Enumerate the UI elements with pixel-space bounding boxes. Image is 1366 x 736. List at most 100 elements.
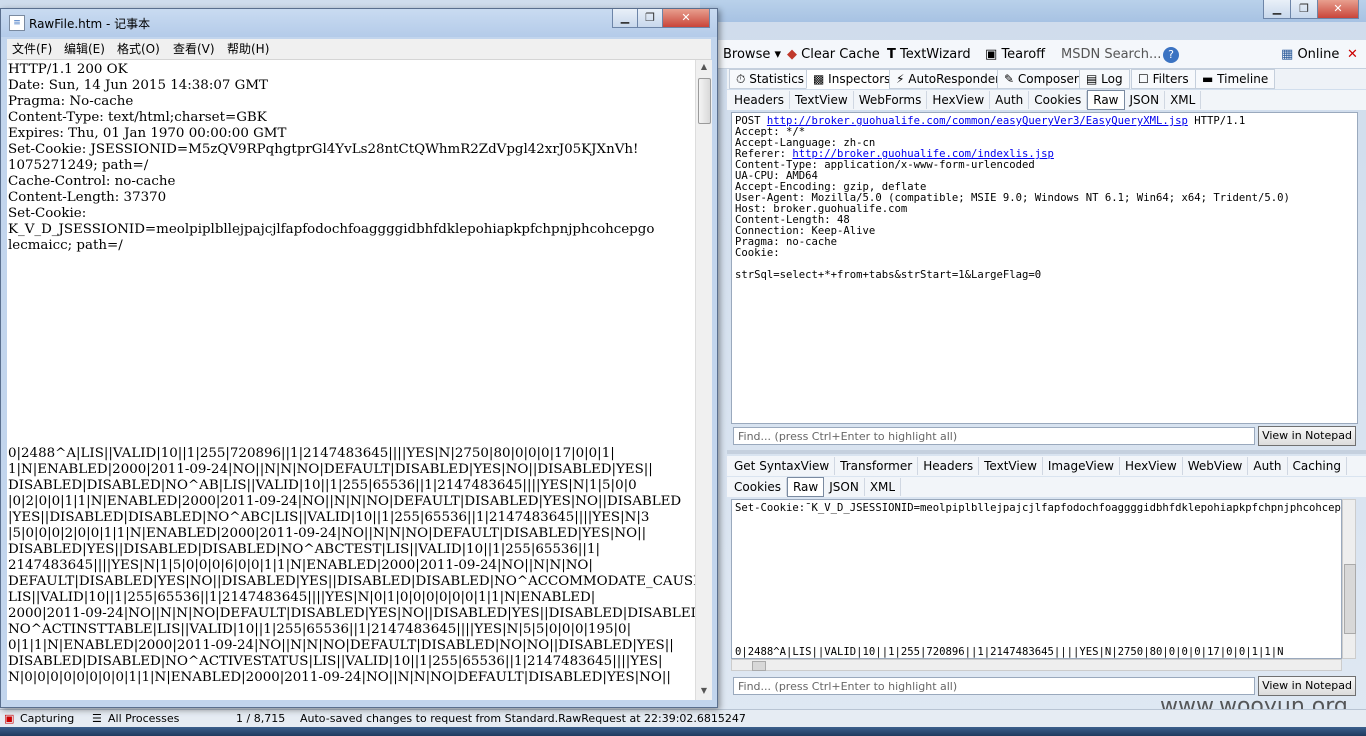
log-icon: ▤ xyxy=(1086,72,1098,86)
body-line: |0|2|0|0|1|1|N|ENABLED|2000|2011-09-24|N… xyxy=(8,494,682,509)
notepad-scroll-thumb[interactable] xyxy=(698,78,711,124)
response-headers-text: HTTP/1.1 200 OK Date: Sun, 14 Jun 2015 14… xyxy=(8,62,654,254)
body-line: N|0|0|0|0|0|0|0|0|1|1|N|ENABLED|2000|201… xyxy=(8,670,671,685)
menu-view[interactable]: 查看(V) xyxy=(173,41,215,57)
scroll-down-arrow-icon[interactable]: ▼ xyxy=(697,684,711,698)
request-raw-view[interactable]: POST http://broker.guohualife.com/common… xyxy=(731,112,1358,424)
filters-checkbox[interactable]: ☐ xyxy=(1138,72,1149,86)
notepad-maximize-button[interactable]: ❐ xyxy=(637,9,663,28)
tab-label: AutoResponder xyxy=(908,72,1001,86)
notepad-titlebar[interactable]: ≡ RawFile.htm - 记事本 ▁ ❐ ✕ xyxy=(1,9,717,37)
online-indicator[interactable]: ▦ Online xyxy=(1281,46,1339,64)
response-body-text: 0|2488^A|LIS||VALID|10||1|255|720896||1|… xyxy=(8,446,695,686)
tab-inspectors[interactable]: ▩ Inspectors xyxy=(806,69,898,89)
response-horizontal-scrollbar[interactable] xyxy=(731,659,1342,671)
request-url-link[interactable]: http://broker.guohualife.com/common/easy… xyxy=(767,115,1188,127)
status-message: Auto-saved changes to request from Stand… xyxy=(300,712,746,725)
menu-help[interactable]: 帮助(H) xyxy=(227,41,269,57)
response-view-in-notepad-button[interactable]: View in Notepad xyxy=(1258,676,1356,696)
resp-tab-hexview[interactable]: HexView xyxy=(1120,457,1183,475)
textwizard-button[interactable]: T TextWizard xyxy=(887,46,971,64)
resp-tab-webview[interactable]: WebView xyxy=(1183,457,1249,475)
resp-tab-auth[interactable]: Auth xyxy=(1248,457,1288,475)
browse-button[interactable]: Browse ▾ xyxy=(723,46,781,64)
header-line: Content-Type: text/html;charset=GBK xyxy=(8,110,267,125)
tearoff-button[interactable]: ▣ Tearoff xyxy=(985,46,1045,64)
notepad-text-area[interactable]: HTTP/1.1 200 OK Date: Sun, 14 Jun 2015 14… xyxy=(7,60,695,700)
menu-edit[interactable]: 编辑(E) xyxy=(64,41,105,57)
fiddler-toolbar: Browse ▾ ◆ Clear Cache T TextWizard ▣ Te… xyxy=(715,40,1366,69)
tab-label: Statistics xyxy=(749,72,805,86)
response-find-input[interactable]: Find... (press Ctrl+Enter to highlight a… xyxy=(733,677,1255,695)
tab-statistics[interactable]: ⏱ Statistics xyxy=(729,69,812,89)
help-icon[interactable]: ? xyxy=(1163,47,1179,63)
resp-tab-textview[interactable]: TextView xyxy=(979,457,1043,475)
resp-tab-caching[interactable]: Caching xyxy=(1288,457,1347,475)
taskbar xyxy=(0,727,1366,736)
resp-tab-json[interactable]: JSON xyxy=(824,478,865,496)
response-scroll-thumb[interactable] xyxy=(1344,564,1356,634)
tearoff-label: Tearoff xyxy=(1001,47,1046,62)
header-line: Content-Length: 37370 xyxy=(8,190,167,205)
request-tabs: Headers TextView WebForms HexView Auth C… xyxy=(727,90,1366,110)
body-line: DISABLED|DISABLED|NO^ACTIVESTATUS|LIS||V… xyxy=(8,654,663,669)
response-set-cookie-line: Set-Cookie:¯K_V_D_JSESSIONID=meolpiplbll… xyxy=(735,502,1341,514)
session-count: 1 / 8,715 xyxy=(236,712,286,725)
req-tab-textview[interactable]: TextView xyxy=(790,91,854,109)
resp-tab-headers[interactable]: Headers xyxy=(918,457,980,475)
tab-autoresponder[interactable]: ⚡ AutoResponder xyxy=(889,69,1008,89)
response-hscroll-thumb[interactable] xyxy=(752,661,766,671)
msdn-search-field[interactable]: MSDN Search... xyxy=(1061,46,1161,64)
textwizard-label: TextWizard xyxy=(900,47,971,62)
resp-tab-imageview[interactable]: ImageView xyxy=(1043,457,1120,475)
resp-tab-xml[interactable]: XML xyxy=(865,478,902,496)
network-icon: ▦ xyxy=(1281,47,1294,62)
resp-tab-syntaxview[interactable]: Get SyntaxView xyxy=(729,457,836,475)
req-tab-auth[interactable]: Auth xyxy=(990,91,1030,109)
fiddler-titlebar: ▁ ❐ ✕ xyxy=(700,0,1366,22)
tab-filters[interactable]: ☐ Filters xyxy=(1131,69,1196,89)
request-view-in-notepad-button[interactable]: View in Notepad xyxy=(1258,426,1356,446)
req-tab-hexview[interactable]: HexView xyxy=(927,91,991,109)
capturing-toggle[interactable]: Capturing xyxy=(20,710,74,728)
menu-file[interactable]: 文件(F) xyxy=(12,41,52,57)
tab-timeline[interactable]: ▬ Timeline xyxy=(1195,69,1276,89)
tab-log[interactable]: ▤ Log xyxy=(1079,69,1130,89)
req-tab-xml[interactable]: XML xyxy=(1165,91,1202,109)
resp-tab-raw[interactable]: Raw xyxy=(786,477,825,497)
resp-tab-cookies[interactable]: Cookies xyxy=(729,478,787,496)
scroll-up-arrow-icon[interactable]: ▲ xyxy=(697,60,711,74)
status-bar: ▣ Capturing ☰ All Processes 1 / 8,715 Au… xyxy=(0,709,1366,728)
tab-composer[interactable]: ✎ Composer xyxy=(997,69,1086,89)
req-tab-cookies[interactable]: Cookies xyxy=(1029,91,1088,109)
inspectors-icon: ▩ xyxy=(813,72,825,86)
tearoff-icon: ▣ xyxy=(985,47,998,62)
tab-label: Composer xyxy=(1017,72,1079,86)
header-line: Set-Cookie: xyxy=(8,206,87,221)
notepad-close-button[interactable]: ✕ xyxy=(662,9,710,28)
clear-cache-button[interactable]: ◆ Clear Cache xyxy=(787,46,880,64)
req-tab-raw[interactable]: Raw xyxy=(1087,90,1125,110)
body-line: 2147483645||||YES|N|1|5|0|0|0|6|0|0|1|1|… xyxy=(8,558,593,573)
header-line: K_V_D_JSESSIONID=meolpiplbllejpajcjlfapf… xyxy=(8,222,655,237)
notepad-minimize-button[interactable]: ▁ xyxy=(612,9,638,28)
response-vertical-scrollbar[interactable] xyxy=(1342,499,1356,659)
fiddler-minimize-button[interactable]: ▁ xyxy=(1263,0,1291,19)
fiddler-maximize-button[interactable]: ❐ xyxy=(1290,0,1318,19)
request-find-input[interactable]: Find... (press Ctrl+Enter to highlight a… xyxy=(733,427,1255,445)
tab-label: Inspectors xyxy=(828,72,891,86)
browse-label: Browse xyxy=(723,47,771,62)
process-filter[interactable]: All Processes xyxy=(108,710,179,728)
resp-tab-transformer[interactable]: Transformer xyxy=(835,457,919,475)
req-tab-headers[interactable]: Headers xyxy=(729,91,790,109)
menu-format[interactable]: 格式(O) xyxy=(117,41,160,57)
capturing-icon: ▣ xyxy=(4,712,15,725)
fiddler-close-button[interactable]: ✕ xyxy=(1317,0,1359,19)
notepad-vertical-scrollbar[interactable]: ▲ ▼ xyxy=(695,60,712,700)
toolbar-close-icon[interactable]: ✕ xyxy=(1347,46,1358,64)
req-tab-webforms[interactable]: WebForms xyxy=(854,91,928,109)
body-line: LIS||VALID|10||1|255|65536||1|2147483645… xyxy=(8,590,596,605)
req-tab-json[interactable]: JSON xyxy=(1125,91,1166,109)
response-raw-view[interactable]: Set-Cookie:¯K_V_D_JSESSIONID=meolpiplbll… xyxy=(731,499,1342,659)
splitter[interactable] xyxy=(727,450,1366,454)
